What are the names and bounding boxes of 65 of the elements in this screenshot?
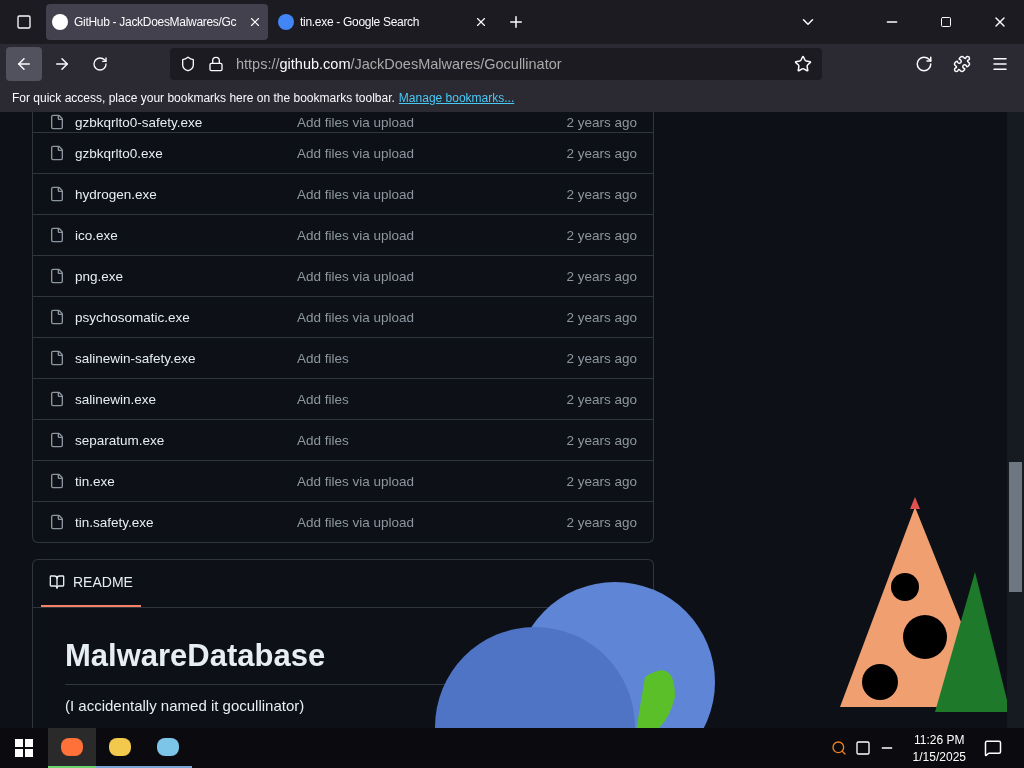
file-icon: [49, 227, 65, 243]
commit-message[interactable]: Add files via upload: [297, 268, 567, 284]
file-icon: [49, 432, 65, 448]
commit-message[interactable]: Add files via upload: [297, 309, 567, 325]
file-icon: [49, 114, 65, 130]
commit-message[interactable]: Add files: [297, 391, 567, 407]
commit-time: 2 years ago: [566, 114, 637, 130]
shield-icon: [180, 56, 196, 72]
back-icon[interactable]: [6, 47, 42, 81]
file-icon: [49, 473, 65, 489]
file-icon: [49, 309, 65, 325]
commit-message[interactable]: Add files via upload: [297, 514, 567, 530]
file-icon: [49, 145, 65, 161]
commit-time: 2 years ago: [566, 309, 637, 325]
file-name[interactable]: tin.exe: [75, 473, 297, 489]
file-name[interactable]: gzbkqrlto0.exe: [75, 145, 297, 161]
taskbar-app-icon[interactable]: [48, 728, 96, 768]
commit-time: 2 years ago: [566, 350, 637, 366]
file-icon: [49, 268, 65, 284]
file-icon: [49, 514, 65, 530]
close-icon[interactable]: [474, 15, 488, 29]
file-name[interactable]: psychosomatic.exe: [75, 309, 297, 325]
file-name[interactable]: png.exe: [75, 268, 297, 284]
manage-bookmarks-link[interactable]: Manage bookmarks...: [398, 91, 515, 105]
commit-message[interactable]: Add files via upload: [297, 186, 567, 202]
commit-time: 2 years ago: [566, 473, 637, 489]
file-name[interactable]: gzbkqrlto0-safety.exe: [75, 114, 297, 130]
commit-time: 2 years ago: [566, 186, 637, 202]
file-name[interactable]: separatum.exe: [75, 432, 297, 448]
readme-tab[interactable]: README: [41, 559, 141, 607]
star-icon[interactable]: [794, 55, 812, 73]
address-bar[interactable]: https://github.com/JackDoesMalwares/Gocullinator: [170, 48, 822, 80]
commit-time: 2 years ago: [566, 514, 637, 530]
bookmarks-hint: For quick access, place your bookmarks here on the bookmarks toolbar.: [12, 91, 395, 105]
commit-message[interactable]: Add files: [297, 350, 567, 366]
commit-time: 2 years ago: [566, 432, 637, 448]
commit-message[interactable]: Add files: [297, 432, 567, 448]
lock-icon: [208, 56, 224, 72]
commit-message[interactable]: Add files via upload: [297, 145, 567, 161]
file-name[interactable]: ico.exe: [75, 227, 297, 243]
favicon-icon: [52, 14, 68, 30]
commit-message[interactable]: Add files via upload: [297, 473, 567, 489]
commit-time: 2 years ago: [566, 227, 637, 243]
file-name[interactable]: hydrogen.exe: [75, 186, 297, 202]
commit-time: 2 years ago: [566, 391, 637, 407]
file-icon: [49, 391, 65, 407]
browser-tab[interactable]: GitHub - JackDoesMalwares/Gc: [46, 4, 268, 40]
book-icon: [49, 574, 65, 590]
scrollbar[interactable]: [1007, 112, 1024, 728]
file-icon: [49, 186, 65, 202]
file-name[interactable]: salinewin-safety.exe: [75, 350, 297, 366]
commit-time: 2 years ago: [566, 145, 637, 161]
readme-paragraph: (I accidentally named it gocullinator): [65, 697, 306, 714]
notification-icon[interactable]: [984, 739, 1002, 757]
file-icon: [49, 350, 65, 366]
magnifier-icon[interactable]: [830, 740, 847, 756]
commit-message[interactable]: Add files via upload: [297, 114, 567, 130]
commit-message[interactable]: Add files via upload: [297, 227, 567, 243]
browser-tab[interactable]: tin.exe - Google Search: [272, 4, 494, 40]
commit-time: 2 years ago: [566, 268, 637, 284]
favicon-icon: [278, 14, 294, 30]
close-icon[interactable]: [248, 15, 262, 29]
clock[interactable]: 11:26 PM 1/15/2025: [902, 732, 976, 764]
file-name[interactable]: salinewin.exe: [75, 391, 297, 407]
file-name[interactable]: tin.safety.exe: [75, 514, 297, 530]
